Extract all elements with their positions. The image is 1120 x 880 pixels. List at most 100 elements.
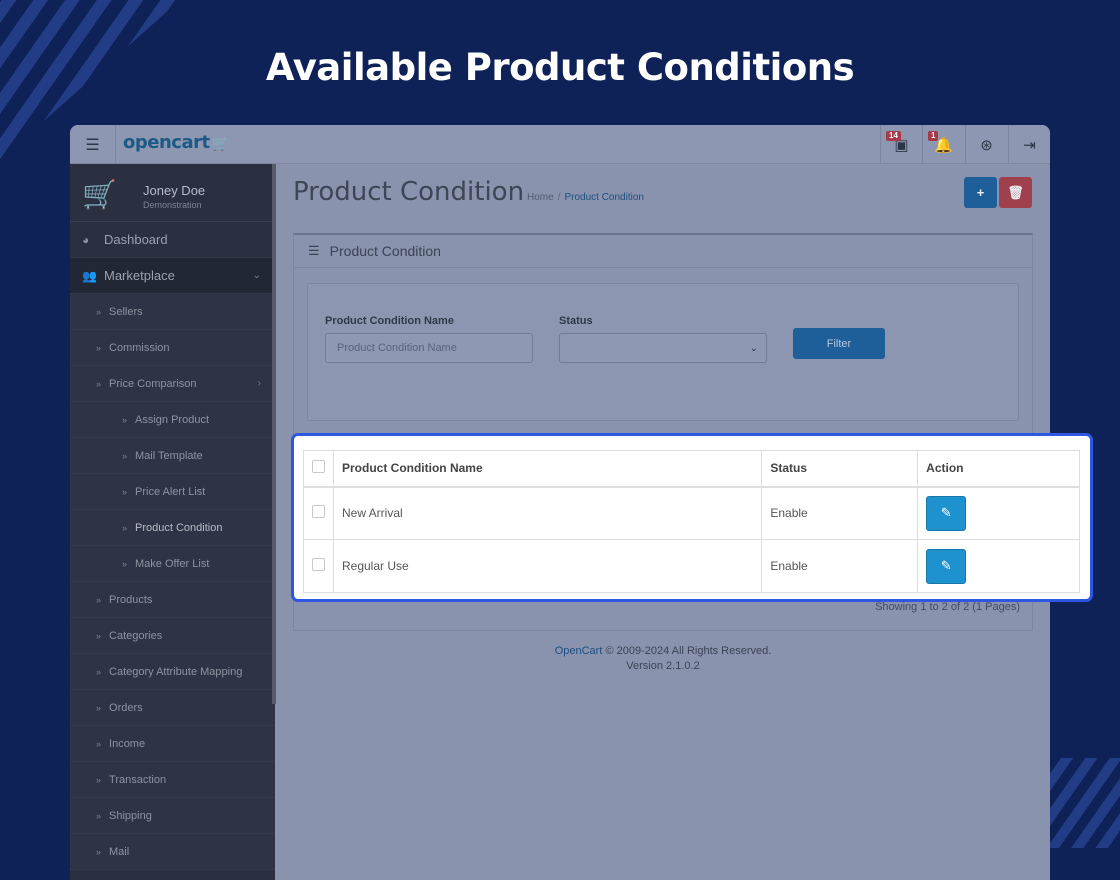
sidebar-item-marketplace[interactable]: 👥 Marketplace ⌄ <box>70 258 275 294</box>
double-chevron-icon: » <box>96 342 102 353</box>
action-cell: ✎ <box>917 539 1080 593</box>
name-filter-input[interactable]: Product Condition Name <box>325 333 533 363</box>
user-avatar-cart-icon: 🛒 <box>82 179 117 210</box>
table-header-row: Product Condition Name Status Action <box>303 450 1080 488</box>
sidebar-item-price-comparison[interactable]: » Price Comparison › <box>70 366 275 402</box>
sidebar: 🛒 Joney Doe Demonstration ◕ Dashboard 👥 … <box>70 164 275 880</box>
sidebar-item-label: Assign Product <box>135 413 209 426</box>
condition-status-cell: Enable <box>761 539 919 593</box>
sidebar-item-label: Marketplace <box>104 268 175 283</box>
help-button[interactable]: ⊛ <box>965 125 1007 164</box>
list-icon: ☰ <box>308 243 320 258</box>
sidebar-item-price-alert-list[interactable]: » Price Alert List <box>70 474 275 510</box>
conditions-table: Product Condition Name Status Action New… <box>303 450 1080 593</box>
cart-logo-icon: 🛒 <box>211 136 229 152</box>
edit-icon: ✎ <box>940 505 952 521</box>
panel-heading: ☰ Product Condition <box>294 235 1032 268</box>
highlighted-conditions-table: Product Condition Name Status Action New… <box>291 433 1093 602</box>
column-header-name[interactable]: Product Condition Name <box>332 450 763 488</box>
sidebar-item-shipping[interactable]: » Shipping <box>70 798 275 834</box>
row-select-cell <box>303 486 334 540</box>
user-profile[interactable]: 🛒 Joney Doe Demonstration <box>70 164 275 222</box>
status-filter-select[interactable]: ⌄ <box>559 333 767 363</box>
panel-heading-title: Product Condition <box>329 243 441 259</box>
sidebar-item-assign-product[interactable]: » Assign Product <box>70 402 275 438</box>
dashboard-icon: ◕ <box>82 232 90 247</box>
double-chevron-icon: » <box>122 522 128 533</box>
plus-icon: + <box>976 185 985 200</box>
sidebar-item-commission[interactable]: » Commission <box>70 330 275 366</box>
add-new-button[interactable]: + <box>964 177 997 208</box>
sidebar-item-label: Orders <box>109 701 143 714</box>
breadcrumb-current-link[interactable]: Product Condition <box>564 192 644 203</box>
sidebar-item-sellers[interactable]: » Sellers <box>70 294 275 330</box>
alerts-button[interactable]: 1 🔔 <box>922 125 964 164</box>
decorative-stripes-bottom-right <box>1040 758 1120 848</box>
help-icon: ⊛ <box>980 136 993 154</box>
column-header-action: Action <box>917 450 1080 488</box>
sidebar-item-label: Shipping <box>109 809 152 822</box>
table-row: Regular Use Enable ✎ <box>303 539 1080 593</box>
double-chevron-icon: » <box>96 810 102 821</box>
footer-version: Version 2.1.0.2 <box>626 660 700 672</box>
sidebar-item-label: Price Alert List <box>135 485 206 498</box>
sidebar-item-mail-template[interactable]: » Mail Template <box>70 438 275 474</box>
edit-button[interactable]: ✎ <box>926 548 967 584</box>
sidebar-item-label: Categories <box>109 629 163 642</box>
store-notifications-button[interactable]: 14 ▣ <box>880 125 922 164</box>
sidebar-item-dashboard[interactable]: ◕ Dashboard <box>70 222 275 258</box>
filter-button[interactable]: Filter <box>793 328 885 359</box>
chevron-down-icon: ⌄ <box>749 342 758 354</box>
double-chevron-icon: » <box>96 666 102 677</box>
store-badge: 14 <box>886 131 901 141</box>
opencart-logo[interactable]: opencart 🛒 <box>123 132 229 153</box>
condition-status-cell: Enable <box>761 486 919 540</box>
select-all-cell <box>303 450 334 488</box>
logout-button[interactable]: ⇥ <box>1008 125 1050 164</box>
double-chevron-icon: » <box>96 594 102 605</box>
sidebar-item-label: Mail <box>109 845 130 858</box>
trash-icon: 🗑 <box>1007 184 1024 200</box>
chevron-down-icon: ⌄ <box>252 270 261 281</box>
sidebar-item-transaction[interactable]: » Transaction <box>70 762 275 798</box>
row-checkbox[interactable] <box>312 558 325 571</box>
breadcrumb-separator: / <box>557 192 561 203</box>
sidebar-item-orders[interactable]: » Orders <box>70 690 275 726</box>
sidebar-item-make-offer-list[interactable]: » Make Offer List <box>70 546 275 582</box>
sidebar-item-categories[interactable]: » Categories <box>70 618 275 654</box>
double-chevron-icon: » <box>96 630 102 641</box>
row-select-cell <box>303 539 334 593</box>
sidebar-item-label: Products <box>109 593 153 606</box>
page-footer: OpenCart © 2009-2024 All Rights Reserved… <box>276 644 1050 674</box>
sidebar-item-mail[interactable]: » Mail <box>70 834 275 870</box>
delete-button[interactable]: 🗑 <box>999 177 1032 208</box>
sidebar-item-label: Mail Template <box>135 449 203 462</box>
row-checkbox[interactable] <box>312 505 325 519</box>
double-chevron-icon: » <box>96 774 102 785</box>
sidebar-item-label: Income <box>109 737 146 750</box>
double-chevron-icon: » <box>96 378 102 389</box>
sidebar-item-label: Price Comparison <box>109 377 197 390</box>
edit-button[interactable]: ✎ <box>926 495 967 531</box>
filter-box: Product Condition Name Product Condition… <box>307 283 1019 421</box>
footer-brand-link[interactable]: OpenCart <box>555 645 603 657</box>
sidebar-item-label: Transaction <box>109 773 167 786</box>
sidebar-item-product-condition[interactable]: » Product Condition <box>70 510 275 546</box>
select-all-checkbox[interactable] <box>312 460 325 474</box>
name-filter-placeholder: Product Condition Name <box>337 342 457 354</box>
breadcrumb-home-link[interactable]: Home <box>527 192 554 203</box>
column-header-status[interactable]: Status <box>761 450 919 488</box>
sidebar-item-category-attribute-mapping[interactable]: » Category Attribute Mapping <box>70 654 275 690</box>
logo-text: opencart <box>123 132 210 153</box>
sidebar-item-income[interactable]: » Income <box>70 726 275 762</box>
user-role: Demonstration <box>143 200 202 210</box>
sidebar-item-label: Dashboard <box>104 232 168 247</box>
hero-title: Available Product Conditions <box>265 46 855 89</box>
pagination-summary: Showing 1 to 2 of 2 (1 Pages) <box>875 601 1020 613</box>
name-filter-label: Product Condition Name <box>325 315 454 327</box>
sidebar-item-products[interactable]: » Products <box>70 582 275 618</box>
sidebar-item-label: Commission <box>109 341 170 354</box>
menu-toggle-button[interactable]: ☰ <box>70 125 116 164</box>
double-chevron-icon: » <box>96 702 102 713</box>
sidebar-item-label: Sellers <box>109 305 143 318</box>
